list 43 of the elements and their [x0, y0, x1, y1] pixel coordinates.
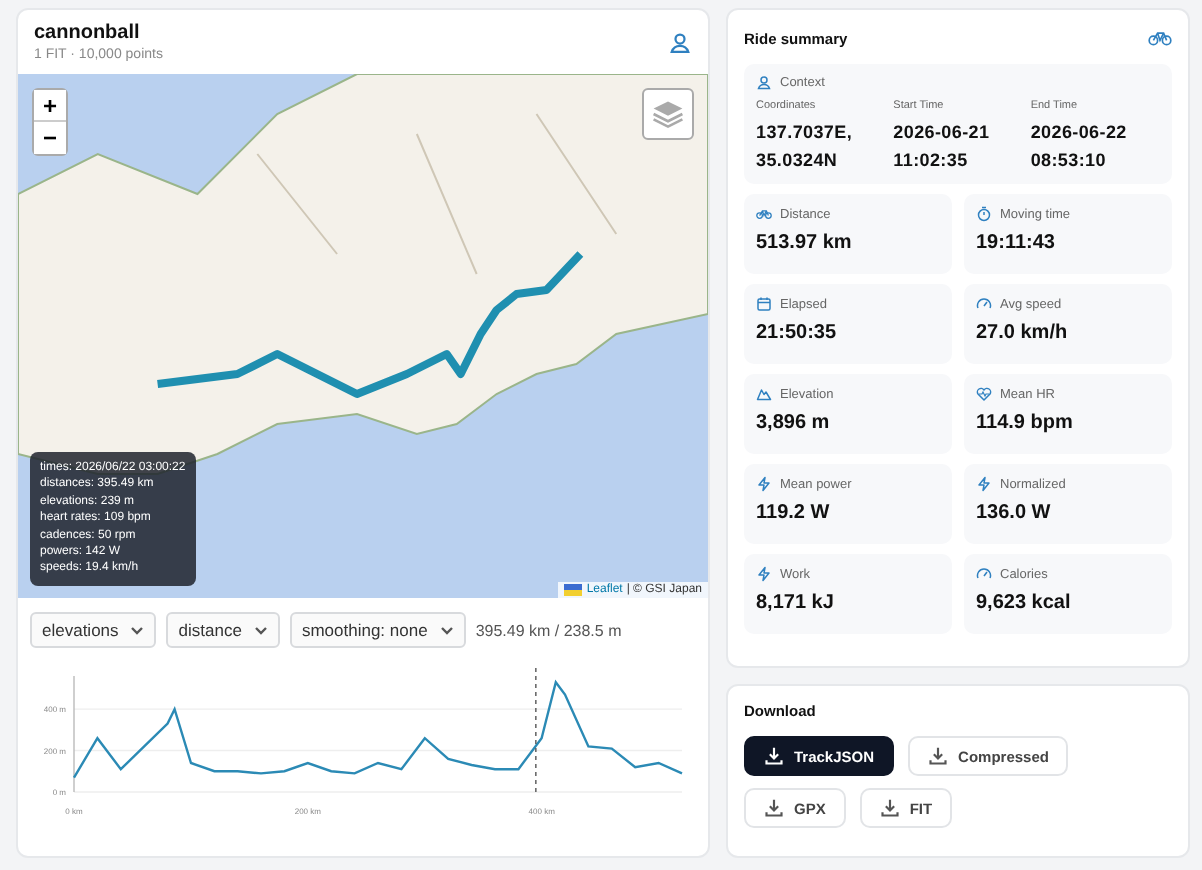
- stat-value: 136.0 W: [976, 502, 1053, 524]
- stat-value: 513.97 km: [756, 232, 854, 254]
- lightning-icon: [756, 566, 772, 582]
- select-dropdown[interactable]: smoothing: none: [289, 612, 466, 648]
- stat-value: 9,623 kcal: [976, 592, 1073, 614]
- gauge-icon: [976, 296, 992, 312]
- select-dropdown[interactable]: elevations: [30, 612, 157, 648]
- download-icon: [764, 798, 784, 818]
- layers-icon: [650, 96, 686, 132]
- stat-value: 3,896 m: [756, 412, 832, 434]
- download-icon: [879, 798, 900, 818]
- stat-value: 27.0 km/h: [976, 322, 1070, 344]
- user-icon: [756, 74, 772, 90]
- download-icon: [764, 746, 784, 766]
- chevron-down-icon: [253, 625, 268, 635]
- bicycle-icon: [1148, 26, 1172, 50]
- stat-value: 119.2 W: [756, 502, 832, 524]
- chevron-down-icon: [439, 625, 454, 635]
- field-value: 2026-06-21 11:02:35: [893, 120, 992, 174]
- calendar-icon: [756, 296, 772, 312]
- stopwatch-icon: [976, 206, 992, 222]
- zoom-button[interactable]: +: [34, 90, 66, 122]
- mountain-icon: [756, 386, 772, 402]
- user-icon[interactable]: [668, 30, 692, 54]
- chevron-down-icon: [130, 625, 145, 635]
- stat-value: 8,171 kJ: [756, 592, 836, 614]
- stat-value: 21:50:35: [756, 322, 839, 344]
- cursor-line: [535, 667, 537, 793]
- field-value: 137.7037E, 35.0324N: [756, 120, 855, 174]
- field-value: 2026-06-22 08:53:10: [1030, 120, 1129, 174]
- lightning-icon: [756, 476, 772, 492]
- stat-value: 114.9 bpm: [976, 412, 1075, 434]
- bicycle-icon: [756, 206, 772, 222]
- select-dropdown[interactable]: distance: [166, 612, 280, 648]
- cursor-readout: 395.49 km / 238.5 m: [475, 621, 622, 639]
- flag-icon: [564, 584, 583, 596]
- track-title: cannonball: [34, 22, 142, 44]
- download-icon: [928, 746, 949, 766]
- lightning-icon: [976, 476, 992, 492]
- gauge-icon: [976, 566, 992, 582]
- stat-value: 19:11:43: [976, 232, 1057, 254]
- heart-icon: [976, 386, 992, 402]
- layers-button[interactable]: [642, 88, 694, 140]
